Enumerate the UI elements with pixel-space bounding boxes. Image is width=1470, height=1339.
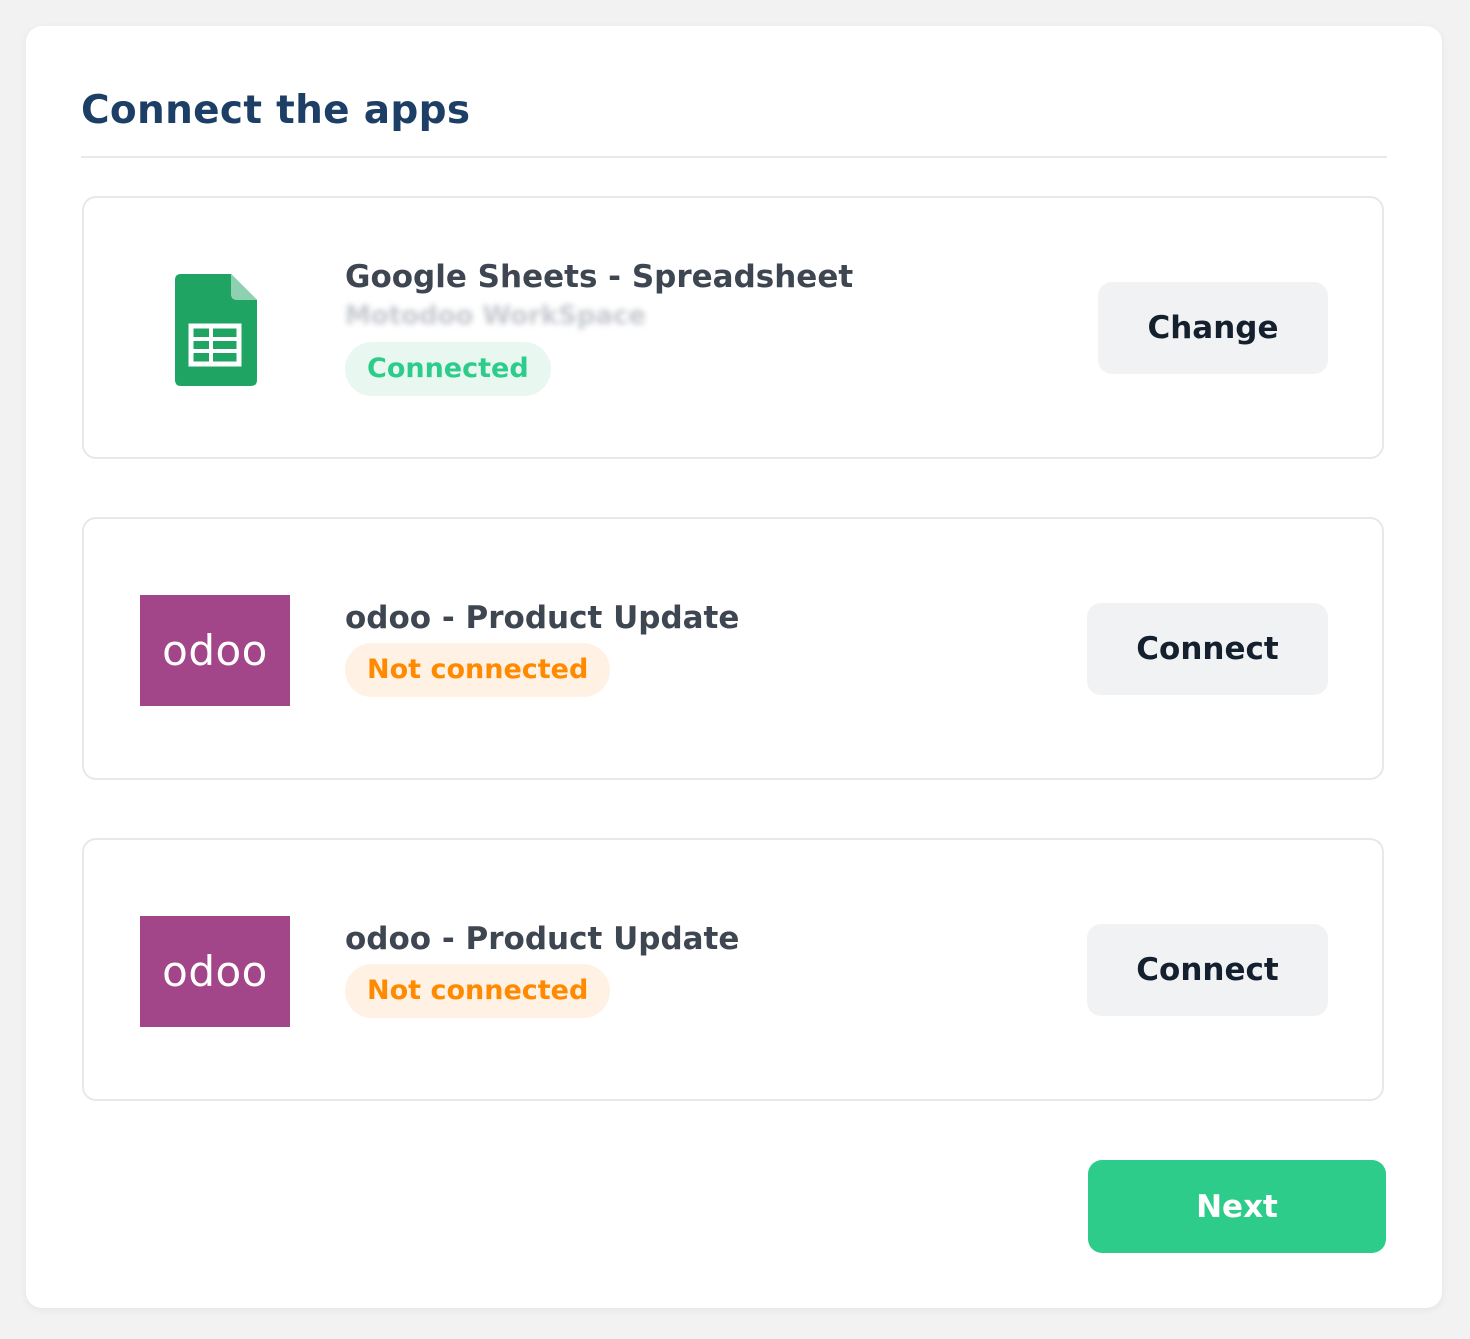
- app-info: Google Sheets - Spreadsheet Motodoo Work…: [345, 258, 853, 396]
- odoo-logo: odoo: [140, 595, 290, 706]
- title-divider: [81, 156, 1387, 158]
- app-card-odoo-2: odoo odoo - Product Update Not connected…: [82, 838, 1384, 1101]
- next-button[interactable]: Next: [1088, 1160, 1386, 1253]
- app-card-google-sheets: Google Sheets - Spreadsheet Motodoo Work…: [82, 196, 1384, 459]
- connect-button[interactable]: Connect: [1087, 603, 1328, 695]
- status-badge: Not connected: [345, 964, 611, 1018]
- connect-apps-panel: Connect the apps Google Sheets - Spreads…: [26, 26, 1442, 1308]
- change-button[interactable]: Change: [1098, 282, 1328, 374]
- app-name: odoo - Product Update: [345, 921, 740, 957]
- status-badge: Connected: [345, 342, 551, 396]
- app-name: odoo - Product Update: [345, 600, 740, 636]
- app-info: odoo - Product Update Not connected: [345, 920, 739, 1018]
- app-info: odoo - Product Update Not connected: [345, 599, 739, 697]
- app-card-odoo-1: odoo odoo - Product Update Not connected…: [82, 517, 1384, 780]
- status-badge: Not connected: [345, 643, 611, 697]
- page-title: Connect the apps: [81, 88, 471, 133]
- google-sheets-icon: [175, 274, 257, 386]
- account-name: Motodoo WorkSpace: [345, 301, 647, 331]
- app-name: Google Sheets - Spreadsheet: [345, 259, 854, 295]
- connect-button[interactable]: Connect: [1087, 924, 1328, 1016]
- odoo-logo: odoo: [140, 916, 290, 1027]
